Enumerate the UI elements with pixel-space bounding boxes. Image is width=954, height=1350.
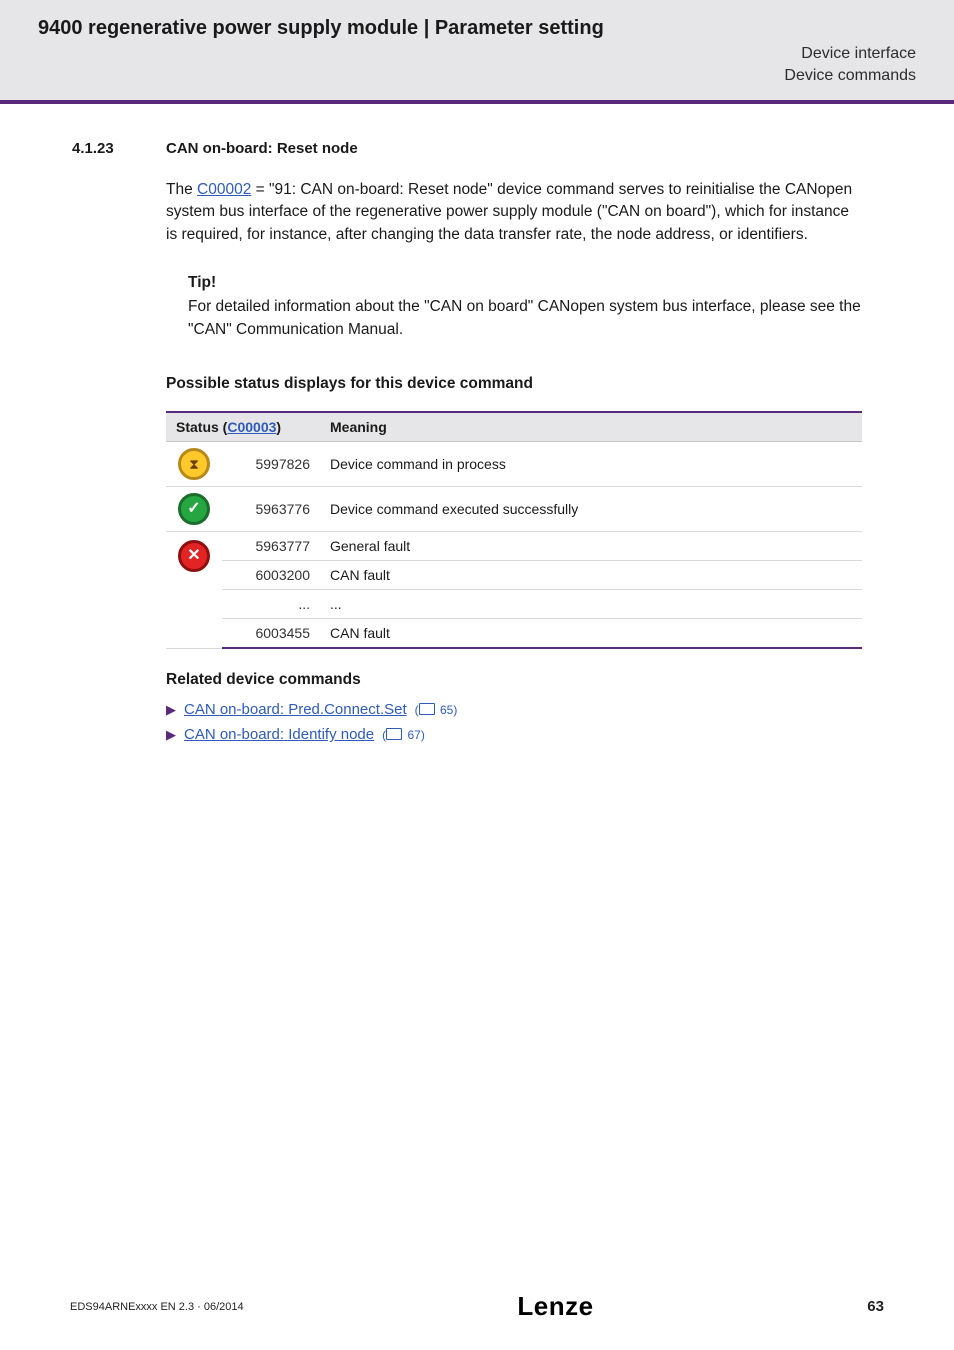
status-meaning: General fault [320, 532, 862, 561]
header-band: 9400 regenerative power supply module | … [0, 0, 954, 100]
sub-line-1: Device interface [801, 45, 916, 62]
related-item: ▶ CAN on-board: Pred.Connect.Set ( 65) [166, 701, 862, 718]
tip-body: Tip! For detailed information about the … [188, 274, 862, 341]
page-ref: ( 67) [382, 727, 425, 742]
status-meaning: ... [320, 590, 862, 619]
hourglass-icon: ⧗ [189, 457, 199, 471]
page-footer: EDS94ARNExxxx EN 2.3 · 06/2014 Lenze 63 [0, 1291, 954, 1322]
content-area: 4.1.23 CAN on-board: Reset node The C000… [0, 104, 954, 743]
status-icon-cell: ⧗ [166, 442, 222, 487]
status-icon-cell: ✓ [166, 487, 222, 532]
status-icon-cell: ✕ [166, 532, 222, 649]
status-meaning: Device command in process [320, 442, 862, 487]
status-meaning: Device command executed successfully [320, 487, 862, 532]
tip-heading: Tip! [188, 274, 862, 292]
tip-block: Tip! For detailed information about the … [166, 274, 862, 341]
doc-title: 9400 regenerative power supply module | … [38, 16, 916, 41]
status-code: 5997826 [222, 442, 320, 487]
intro-paragraph: The C00002 = "91: CAN on-board: Reset no… [166, 179, 862, 246]
x-icon: ✕ [187, 548, 200, 564]
related-heading: Related device commands [166, 671, 862, 689]
page-num: 67 [407, 728, 420, 742]
status-code: ... [222, 590, 320, 619]
status-meaning: CAN fault [320, 619, 862, 649]
page-num: 65 [440, 703, 453, 717]
table-row: ✓ 5963776 Device command executed succes… [166, 487, 862, 532]
in-process-icon: ⧗ [178, 448, 210, 480]
book-icon [419, 703, 435, 715]
arrow-icon: ▶ [166, 727, 176, 743]
related-commands: Related device commands ▶ CAN on-board: … [166, 671, 862, 743]
page-number: 63 [867, 1298, 884, 1315]
section-heading: 4.1.23 CAN on-board: Reset node [72, 140, 862, 157]
page: 9400 regenerative power supply module | … [0, 0, 954, 1350]
doc-subtitle: Device interface Device commands [38, 43, 916, 88]
related-item: ▶ CAN on-board: Identify node ( 67) [166, 726, 862, 743]
book-icon [386, 728, 402, 740]
related-link-pred-connect[interactable]: CAN on-board: Pred.Connect.Set [184, 701, 407, 718]
table-row: ⧗ 5997826 Device command in process [166, 442, 862, 487]
lenze-logo: Lenze [517, 1291, 593, 1322]
status-subheading: Possible status displays for this device… [166, 375, 862, 393]
th-status: Status (C00003) [166, 412, 320, 442]
th-status-pre: Status ( [176, 419, 227, 435]
th-meaning: Meaning [320, 412, 862, 442]
related-link-identify-node[interactable]: CAN on-board: Identify node [184, 726, 374, 743]
section-number: 4.1.23 [72, 140, 132, 157]
check-icon: ✓ [187, 501, 200, 517]
para-pre: The [166, 181, 197, 198]
status-table: Status (C00003) Meaning ⧗ 5997826 Device… [166, 411, 862, 649]
fault-icon: ✕ [178, 540, 210, 572]
sub-line-2: Device commands [784, 67, 916, 84]
table-row: ... ... [166, 590, 862, 619]
code-link-c00002[interactable]: C00002 [197, 181, 251, 198]
arrow-icon: ▶ [166, 702, 176, 718]
table-header-row: Status (C00003) Meaning [166, 412, 862, 442]
tip-text: For detailed information about the "CAN … [188, 296, 862, 341]
para-post: = "91: CAN on-board: Reset node" device … [166, 181, 852, 243]
table-row: 6003200 CAN fault [166, 561, 862, 590]
success-icon: ✓ [178, 493, 210, 525]
status-code: 5963776 [222, 487, 320, 532]
table-row: ✕ 5963777 General fault [166, 532, 862, 561]
doc-id: EDS94ARNExxxx EN 2.3 · 06/2014 [70, 1301, 244, 1313]
status-code: 5963777 [222, 532, 320, 561]
page-ref: ( 65) [415, 702, 458, 717]
th-status-post: ) [276, 419, 281, 435]
status-code: 6003455 [222, 619, 320, 649]
code-link-c00003[interactable]: C00003 [227, 419, 276, 435]
table-row: 6003455 CAN fault [166, 619, 862, 649]
status-code: 6003200 [222, 561, 320, 590]
section-title: CAN on-board: Reset node [166, 140, 358, 157]
status-meaning: CAN fault [320, 561, 862, 590]
